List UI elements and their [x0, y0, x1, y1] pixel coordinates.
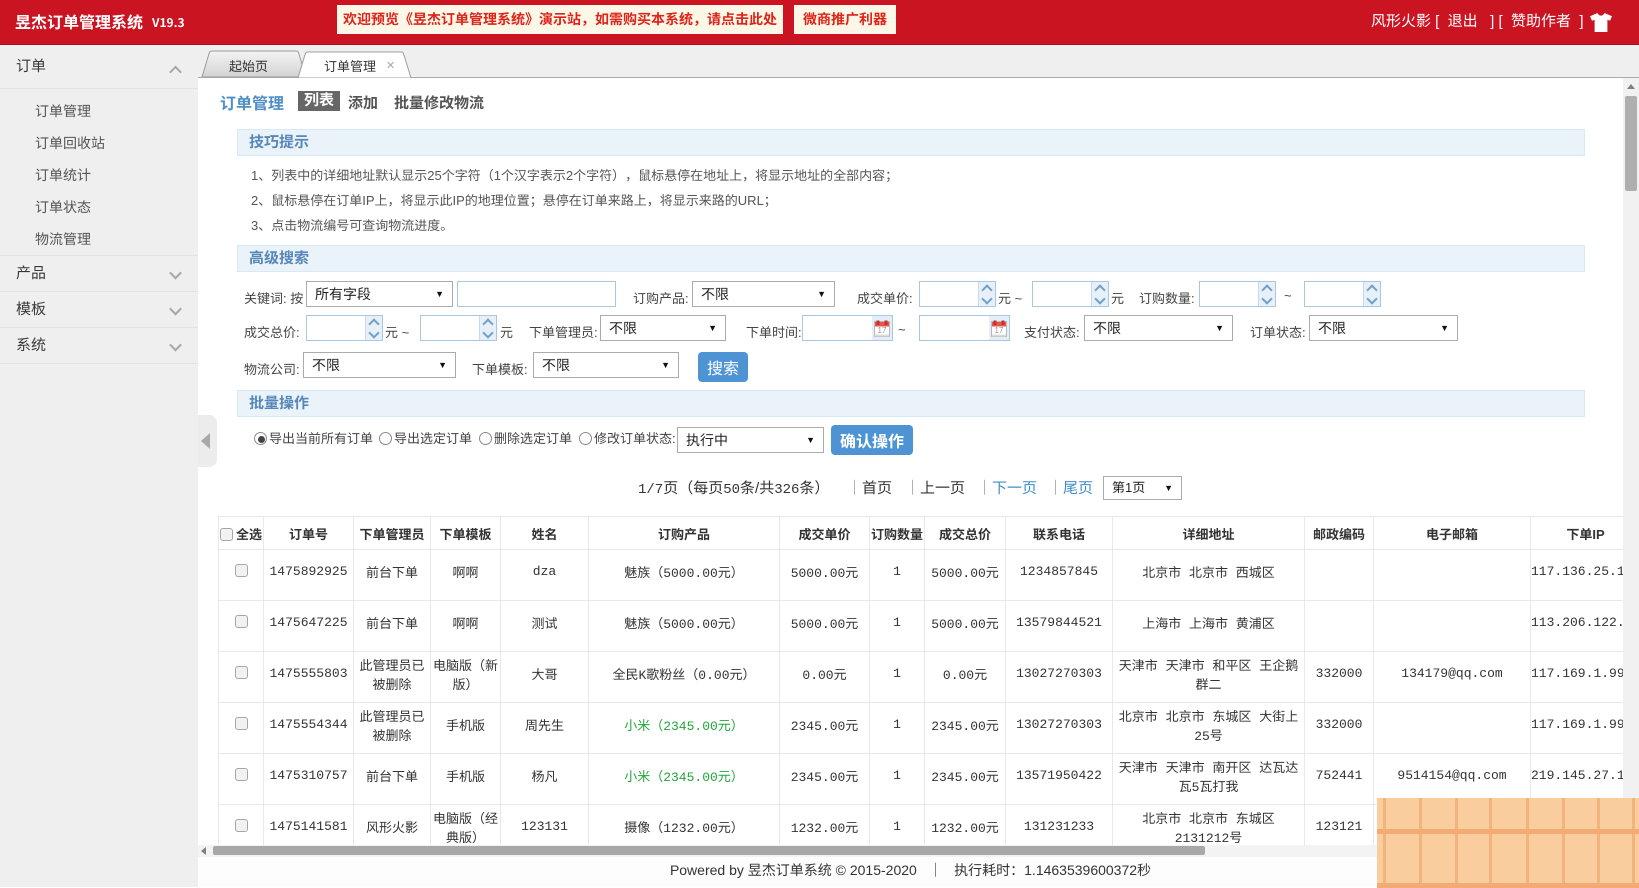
svg-text:17: 17 [878, 326, 887, 335]
svg-text:17: 17 [995, 326, 1004, 335]
